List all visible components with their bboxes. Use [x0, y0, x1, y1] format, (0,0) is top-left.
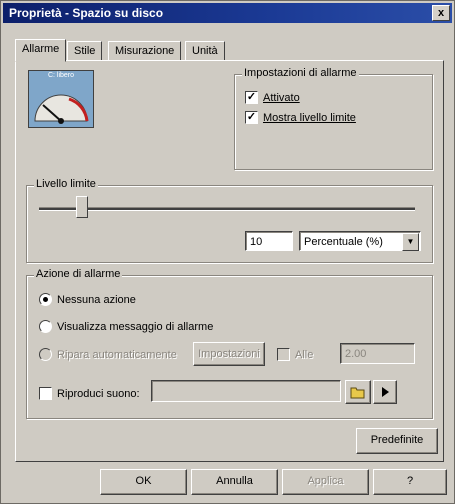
window-title: Proprietà - Spazio su disco — [9, 6, 164, 20]
tab-misurazione[interactable]: Misurazione — [108, 41, 182, 61]
show-limit-label: Mostra livello limite — [263, 111, 356, 124]
radio-auto-repair-dot — [39, 348, 52, 361]
cancel-button[interactable]: Annulla — [191, 469, 278, 495]
alarm-settings-title: Impostazioni di allarme — [242, 67, 359, 79]
activated-label: Attivato — [263, 91, 300, 104]
alarm-settings-group: Impostazioni di allarme ✓ Attivato ✓ Mos… — [234, 67, 433, 170]
sound-file-input[interactable] — [151, 380, 341, 402]
activated-check-icon: ✓ — [245, 91, 258, 104]
gauge-icon: C: libero — [28, 70, 94, 128]
title-bar[interactable]: Proprietà - Spazio su disco x — [3, 3, 452, 23]
auto-repair-label: Ripara automaticamente — [57, 348, 177, 361]
tab-stile[interactable]: Stile — [67, 41, 103, 61]
unit-select[interactable]: Percentuale (%) ▼ — [299, 231, 421, 251]
tab-allarme[interactable]: Allarme — [15, 39, 67, 62]
radio-no-action[interactable]: Nessuna azione — [39, 293, 136, 306]
slider-track — [39, 207, 415, 211]
repair-settings-button[interactable]: Impostazioni — [193, 342, 265, 366]
radio-show-message[interactable]: Visualizza messaggio di allarme — [39, 320, 213, 333]
limit-value-input[interactable]: 10 — [245, 231, 293, 251]
at-time-check-icon — [277, 348, 290, 361]
limit-slider-thumb[interactable] — [76, 196, 88, 218]
time-input[interactable]: 2.00 — [340, 343, 415, 364]
limit-level-group: Livello limite 10 Percentuale (%) ▼ — [26, 178, 433, 263]
play-sound-check-icon — [39, 387, 52, 400]
at-time-label: Alle — [295, 348, 314, 361]
play-sound-button[interactable] — [373, 380, 397, 404]
activated-checkbox[interactable]: ✓ Attivato — [245, 91, 300, 104]
help-button[interactable]: ? — [373, 469, 447, 495]
play-sound-checkbox[interactable]: Riproduci suono: — [39, 387, 140, 400]
gauge-label: C: libero — [47, 72, 75, 79]
limit-level-title: Livello limite — [34, 178, 98, 190]
at-time-checkbox[interactable]: Alle — [277, 348, 313, 361]
chevron-down-icon[interactable]: ▼ — [402, 233, 419, 251]
show-limit-checkbox[interactable]: ✓ Mostra livello limite — [245, 111, 356, 124]
browse-folder-button[interactable] — [345, 380, 371, 404]
radio-no-action-dot — [39, 293, 52, 306]
tab-unita[interactable]: Unità — [185, 41, 225, 61]
unit-select-value: Percentuale (%) — [304, 236, 383, 248]
no-action-label: Nessuna azione — [57, 293, 136, 306]
defaults-button[interactable]: Predefinite — [356, 428, 438, 454]
show-message-label: Visualizza messaggio di allarme — [57, 320, 214, 333]
alarm-tab-panel: C: libero Impostazioni di allarme ✓ Atti… — [15, 60, 444, 462]
show-limit-check-icon: ✓ — [245, 111, 258, 124]
apply-button[interactable]: Applica — [282, 469, 369, 495]
properties-dialog: Proprietà - Spazio su disco x Allarme St… — [0, 0, 455, 504]
radio-auto-repair[interactable]: Ripara automaticamente — [39, 348, 177, 361]
gauge-dial-icon — [34, 94, 89, 124]
alarm-action-title: Azione di allarme — [34, 268, 123, 280]
folder-icon — [350, 387, 365, 399]
play-sound-label: Riproduci suono: — [57, 387, 140, 400]
play-icon — [382, 387, 389, 397]
close-button[interactable]: x — [432, 5, 450, 21]
alarm-action-group: Azione di allarme Nessuna azione Visuali… — [26, 268, 433, 419]
radio-show-message-dot — [39, 320, 52, 333]
ok-button[interactable]: OK — [100, 469, 187, 495]
